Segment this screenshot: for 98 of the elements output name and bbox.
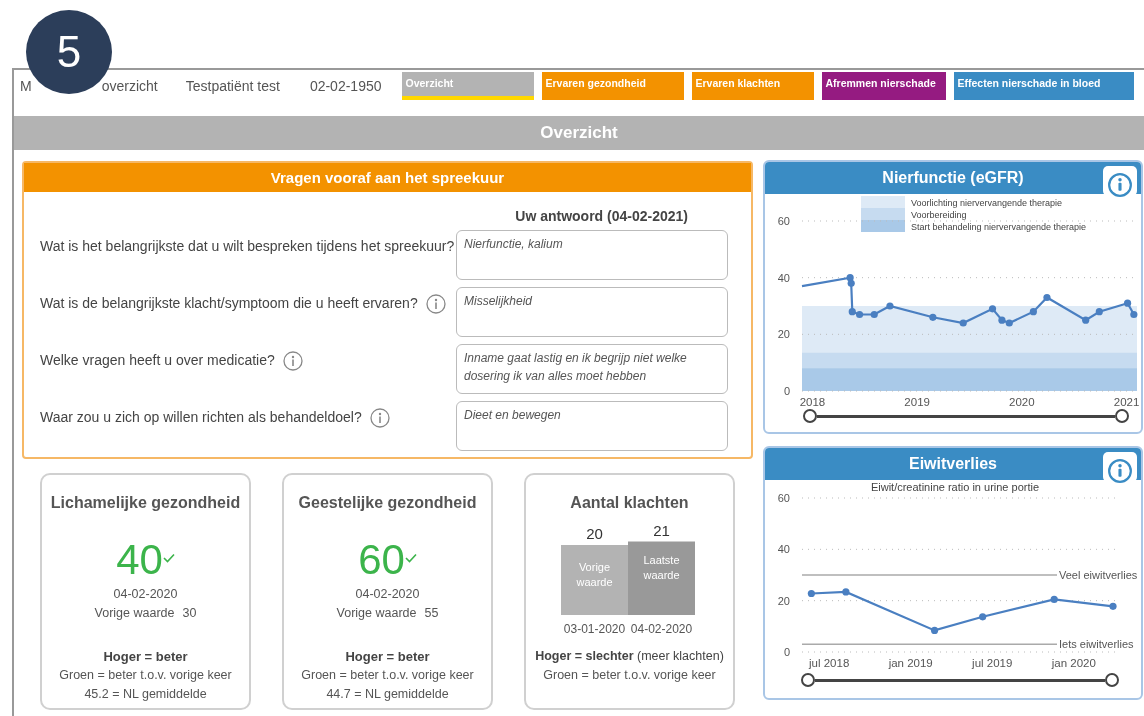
previous-value: 55 bbox=[424, 605, 439, 622]
panel-title: Nierfunctie (eGFR) bbox=[882, 169, 1024, 186]
note-text: 44.7 = NL gemiddelde bbox=[325, 686, 450, 703]
data-point bbox=[929, 313, 937, 321]
info-icon[interactable] bbox=[425, 293, 446, 314]
axis-label: jan 2020 bbox=[1051, 657, 1096, 669]
data-point bbox=[1082, 316, 1090, 324]
bar-label: Vorige waarde bbox=[575, 561, 613, 588]
axis-label: 2021 bbox=[1113, 396, 1140, 408]
rule-text: Hoger = beter bbox=[102, 648, 189, 666]
page-title-text: M bbox=[20, 77, 32, 96]
axis-label: 0 bbox=[783, 385, 790, 397]
legend-label: Voorbereiding bbox=[911, 209, 967, 220]
info-icon[interactable] bbox=[369, 407, 390, 428]
axis-label: jan 2019 bbox=[888, 657, 933, 669]
legend-label: Voorlichting niervervangende therapie bbox=[911, 197, 1063, 208]
score-value: 40 bbox=[116, 539, 163, 581]
answer-field[interactable]: Misselijkheid bbox=[456, 287, 728, 337]
axis-label: 60 bbox=[777, 492, 790, 504]
card-title: Geestelijke gezondheid bbox=[297, 493, 478, 513]
card-title: Lichamelijke gezondheid bbox=[49, 493, 242, 513]
rule-text: Hoger = beter bbox=[344, 648, 431, 666]
legend-swatch bbox=[861, 196, 905, 208]
data-point bbox=[807, 589, 815, 598]
question-text: Wat is de belangrijkste klacht/symptoom die u heeft ervaren? bbox=[40, 294, 418, 313]
score-date: 04-02-2020 bbox=[112, 586, 179, 603]
axis-label: 40 bbox=[777, 271, 790, 284]
answer-field[interactable]: Nierfunctie, kalium bbox=[456, 230, 728, 280]
previous-label: Vorige waarde bbox=[94, 605, 175, 622]
axis-label: 20 bbox=[777, 328, 790, 341]
note-text: Groen = beter t.o.v. vorige keer bbox=[542, 667, 717, 684]
bar bbox=[560, 545, 628, 615]
category-label: 04-02-2020 bbox=[630, 622, 692, 636]
slider-handle[interactable] bbox=[1115, 409, 1129, 423]
note-text: Groen = beter t.o.v. vorige keer bbox=[300, 667, 475, 684]
panel-title: Eiwitverlies bbox=[908, 455, 997, 472]
birth-date: 02-02-1950 bbox=[309, 77, 382, 96]
check-icon bbox=[404, 553, 417, 563]
previous-value: 30 bbox=[182, 605, 197, 622]
check-icon bbox=[162, 553, 175, 563]
patient-name: Testpatiënt test bbox=[185, 77, 280, 96]
answer-heading: Uw antwoord (04-02-2021) bbox=[514, 207, 689, 226]
slider-handle[interactable] bbox=[801, 673, 815, 687]
axis-label: 60 bbox=[777, 215, 790, 227]
question-text: Welke vragen heeft u over medicatie? bbox=[40, 351, 275, 370]
data-point bbox=[988, 305, 997, 313]
data-point bbox=[1029, 308, 1037, 316]
reference-label: Veel eiwitverlies bbox=[1059, 569, 1138, 581]
data-point bbox=[1124, 299, 1132, 307]
nav-tab[interactable]: Effecten nierschade in bloed bbox=[953, 72, 1134, 100]
data-point bbox=[870, 310, 878, 319]
data-point bbox=[1130, 310, 1138, 319]
legend-swatch bbox=[861, 208, 905, 220]
score-date: 04-02-2020 bbox=[354, 586, 421, 603]
page-title-bar: Overzicht bbox=[14, 116, 1144, 150]
slider-handle[interactable] bbox=[1105, 673, 1119, 687]
reference-label: Iets eiwitverlies bbox=[1059, 638, 1134, 651]
info-button[interactable] bbox=[1103, 166, 1137, 196]
axis-label: jul 2018 bbox=[809, 657, 850, 669]
axis-label: 2019 bbox=[904, 396, 930, 408]
previous-label: Vorige waarde bbox=[336, 605, 417, 622]
card-header: Vragen vooraf aan het spreekuur bbox=[24, 163, 751, 192]
bar-value: 21 bbox=[652, 521, 670, 539]
bar-value: 20 bbox=[585, 525, 603, 542]
data-point bbox=[842, 588, 850, 596]
rule-text: Hoger = slechter (meer klachten) bbox=[534, 648, 725, 665]
data-point bbox=[886, 302, 894, 310]
data-point bbox=[1050, 595, 1058, 603]
axis-label: 40 bbox=[777, 543, 790, 556]
axis-label: 2020 bbox=[1009, 396, 1035, 408]
info-icon[interactable] bbox=[282, 350, 303, 371]
axis-label: 20 bbox=[777, 594, 790, 607]
question-text: Wat is het belangrijkste dat u wilt bespreken tijdens het spreekuur? bbox=[40, 237, 455, 256]
note-text: Groen = beter t.o.v. vorige keer bbox=[58, 667, 233, 684]
card-title: Aantal klachten bbox=[569, 493, 690, 513]
question-text: Waar zou u zich op willen richten als behandeldoel? bbox=[40, 408, 362, 427]
axis-label: 0 bbox=[783, 646, 790, 658]
note-text: 45.2 = NL gemiddelde bbox=[83, 686, 208, 703]
data-point bbox=[1109, 602, 1117, 610]
score-value: 60 bbox=[358, 539, 405, 581]
axis-label: jul 2019 bbox=[972, 657, 1013, 669]
data-point bbox=[930, 626, 939, 635]
answer-field[interactable]: Inname gaat lastig en ik begrijp niet welke dosering ik van alles moet hebben bbox=[456, 344, 728, 394]
answer-field[interactable]: Dieet en bewegen bbox=[456, 401, 728, 451]
axis-label: 2018 bbox=[799, 396, 826, 408]
category-label: 03-01-2020 bbox=[563, 622, 625, 636]
info-button[interactable] bbox=[1103, 452, 1137, 482]
legend-label: Start behandeling niervervangende therapie bbox=[911, 221, 1087, 232]
data-point bbox=[979, 613, 987, 621]
nav-tab[interactable]: Afremmen nierschade bbox=[821, 72, 946, 100]
data-point bbox=[1043, 293, 1051, 302]
data-point bbox=[959, 319, 967, 327]
page-title-text: overzicht bbox=[101, 77, 158, 96]
bar-label: Laatste waarde bbox=[642, 553, 680, 581]
data-point bbox=[1095, 308, 1103, 316]
chart-title: Eiwit/creatinine ratio in urine portie bbox=[870, 481, 1040, 493]
slider-handle[interactable] bbox=[803, 409, 817, 423]
legend-swatch bbox=[861, 220, 905, 232]
